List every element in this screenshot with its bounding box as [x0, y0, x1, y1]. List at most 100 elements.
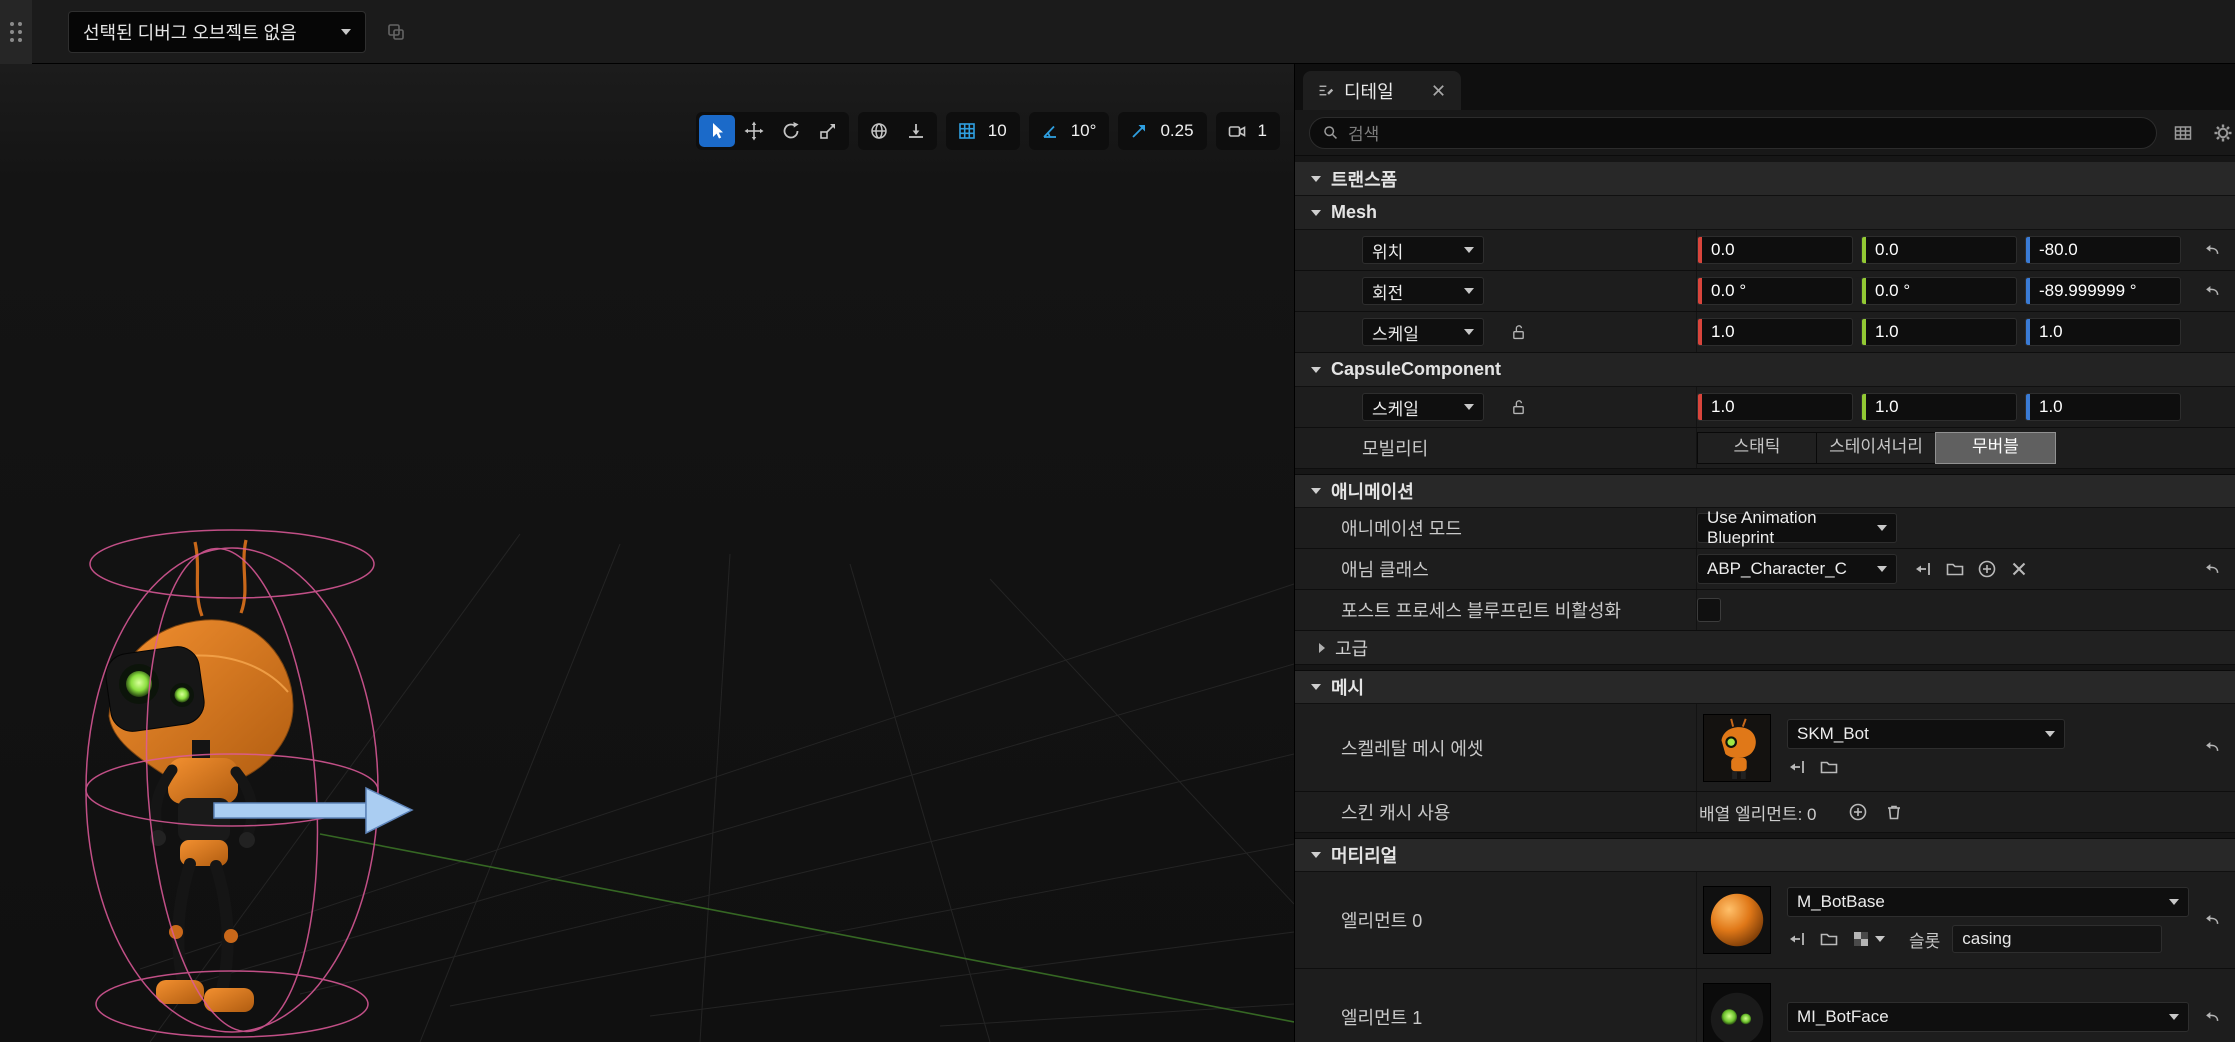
capsule-scale-y-field[interactable]: 1.0: [1861, 393, 2017, 421]
animation-mode-row: 애니메이션 모드 Use Animation Blueprint: [1295, 508, 2235, 549]
rotation-axis-dropdown[interactable]: 회전: [1362, 277, 1484, 305]
rotation-snap-icon[interactable]: [1032, 115, 1068, 147]
plus-circle-icon[interactable]: [1977, 559, 1997, 579]
chevron-right-icon: [1319, 642, 1325, 653]
scale-z-field[interactable]: 1.0: [2025, 318, 2181, 346]
move-tool-button[interactable]: [736, 115, 772, 147]
chevron-down-icon: [2045, 730, 2055, 737]
mobility-option-stationary[interactable]: 스테이셔너리: [1817, 433, 1936, 463]
camera-speed-group[interactable]: 1: [1215, 112, 1280, 150]
material-element-1-row: 엘리먼트 1 MI_BotFace: [1295, 969, 2235, 1042]
capsule-scale-x-field[interactable]: 1.0: [1697, 393, 1853, 421]
details-tabstrip: 디테일: [1295, 64, 2235, 110]
browse-to-asset-icon[interactable]: [1819, 929, 1839, 949]
clear-icon[interactable]: [2009, 559, 2029, 579]
add-element-icon[interactable]: [1848, 802, 1868, 822]
material-element-1-thumbnail[interactable]: [1703, 983, 1771, 1042]
surface-snap-icon[interactable]: [898, 115, 934, 147]
material-element-1-dropdown[interactable]: MI_BotFace: [1787, 1002, 2189, 1032]
search-input[interactable]: 검색: [1309, 116, 2157, 149]
coordinate-space-icon[interactable]: [861, 115, 897, 147]
grid-snap-value[interactable]: 10: [986, 121, 1017, 141]
rotation-x-field[interactable]: 0.0 °: [1697, 277, 1853, 305]
rotation-snap-value[interactable]: 10°: [1069, 121, 1107, 141]
material-element-0-dropdown[interactable]: M_BotBase: [1787, 887, 2189, 917]
section-mesh[interactable]: 메시: [1295, 670, 2235, 704]
scale-tool-button[interactable]: [810, 115, 846, 147]
mobility-option-static[interactable]: 스태틱: [1698, 433, 1817, 463]
location-y-field[interactable]: 0.0: [1861, 236, 2017, 264]
display-filter-icon[interactable]: [2169, 119, 2197, 147]
revert-icon[interactable]: [2204, 739, 2221, 756]
trash-icon[interactable]: [1884, 802, 1904, 822]
lock-open-icon[interactable]: [1510, 324, 1527, 341]
rotation-snap-group[interactable]: 10°: [1028, 112, 1110, 150]
rotation-y-field[interactable]: 0.0 °: [1861, 277, 2017, 305]
slot-name-input[interactable]: casing: [1952, 925, 2163, 953]
skeletal-mesh-thumbnail[interactable]: [1703, 713, 1771, 782]
scale-snap-group[interactable]: 0.25: [1118, 112, 1207, 150]
skin-cache-label: 스킨 캐시 사용: [1341, 803, 1451, 823]
scale-snap-value[interactable]: 0.25: [1158, 121, 1203, 141]
lock-open-icon[interactable]: [1510, 399, 1527, 416]
grid-snap-group[interactable]: 10: [945, 112, 1020, 150]
browse-to-asset-icon[interactable]: [1819, 757, 1839, 777]
disable-post-process-checkbox[interactable]: [1697, 598, 1721, 622]
revert-icon[interactable]: [2204, 561, 2221, 578]
toolbar-grip-handle[interactable]: [0, 0, 32, 64]
search-icon: [1324, 126, 1337, 139]
rotate-tool-button[interactable]: [773, 115, 809, 147]
revert-icon[interactable]: [2204, 242, 2221, 259]
anim-class-row: 애님 클래스 ABP_Character_C: [1295, 549, 2235, 590]
use-selected-asset-icon[interactable]: [1787, 757, 1807, 777]
section-capsule-component[interactable]: CapsuleComponent: [1295, 353, 2235, 387]
chevron-down-icon: [1311, 488, 1321, 494]
grid-snap-icon[interactable]: [949, 115, 985, 147]
capsule-scale-row: 스케일 1.0 1.0 1.0: [1295, 387, 2235, 428]
section-materials[interactable]: 머티리얼: [1295, 838, 2235, 872]
scale-snap-icon[interactable]: [1121, 115, 1157, 147]
select-tool-button[interactable]: [698, 115, 735, 147]
animation-mode-dropdown[interactable]: Use Animation Blueprint: [1697, 508, 1897, 547]
close-icon[interactable]: [1430, 82, 1447, 99]
scale-y-field[interactable]: 1.0: [1861, 318, 2017, 346]
chevron-down-icon: [2169, 899, 2179, 905]
viewport-canvas[interactable]: [0, 64, 1294, 1042]
chevron-down-icon: [1311, 366, 1321, 373]
debug-object-dropdown[interactable]: 선택된 디버그 오브젝트 없음: [68, 10, 366, 53]
use-selected-asset-icon[interactable]: [1913, 559, 1933, 579]
scale-x-field[interactable]: 1.0: [1697, 318, 1853, 346]
section-animation[interactable]: 애니메이션: [1295, 474, 2235, 508]
material-highlight-toggle[interactable]: [1851, 929, 1885, 949]
mobility-option-movable[interactable]: 무버블: [1935, 432, 2056, 464]
gear-icon[interactable]: [2209, 119, 2235, 147]
skeletal-mesh-dropdown[interactable]: SKM_Bot: [1787, 718, 2065, 749]
location-z-field[interactable]: -80.0: [2025, 236, 2181, 264]
revert-icon[interactable]: [2204, 912, 2221, 929]
section-transform[interactable]: 트랜스폼: [1295, 162, 2235, 196]
capsule-scale-axis-dropdown[interactable]: 스케일: [1362, 393, 1484, 421]
capsule-scale-z-field[interactable]: 1.0: [2025, 393, 2181, 421]
location-x-field[interactable]: 0.0: [1697, 236, 1853, 264]
advanced-expander[interactable]: 고급: [1295, 631, 2235, 665]
revert-icon[interactable]: [2204, 1009, 2221, 1026]
location-axis-dropdown[interactable]: 위치: [1362, 236, 1484, 264]
debug-object-browse-icon[interactable]: [386, 22, 406, 42]
camera-icon[interactable]: [1219, 115, 1255, 147]
rotation-z-field[interactable]: -89.999999 °: [2025, 277, 2181, 305]
chevron-down-icon: [1464, 329, 1474, 335]
chevron-down-icon: [1877, 525, 1887, 531]
camera-speed-value[interactable]: 1: [1256, 121, 1277, 141]
browse-to-asset-icon[interactable]: [1945, 559, 1965, 579]
tab-details[interactable]: 디테일: [1303, 71, 1461, 110]
chevron-down-icon: [1464, 288, 1474, 294]
skin-cache-array-count: 배열 엘리먼트: 0: [1699, 804, 1817, 824]
material-element-0-thumbnail[interactable]: [1703, 886, 1771, 954]
revert-icon[interactable]: [2204, 283, 2221, 300]
use-selected-asset-icon[interactable]: [1787, 929, 1807, 949]
chevron-down-icon: [1464, 404, 1474, 410]
anim-class-dropdown[interactable]: ABP_Character_C: [1697, 554, 1897, 584]
viewport[interactable]: 10 10° 0.25 1: [0, 64, 1294, 1042]
scale-axis-dropdown[interactable]: 스케일: [1362, 318, 1484, 346]
section-mesh-component[interactable]: Mesh: [1295, 196, 2235, 230]
